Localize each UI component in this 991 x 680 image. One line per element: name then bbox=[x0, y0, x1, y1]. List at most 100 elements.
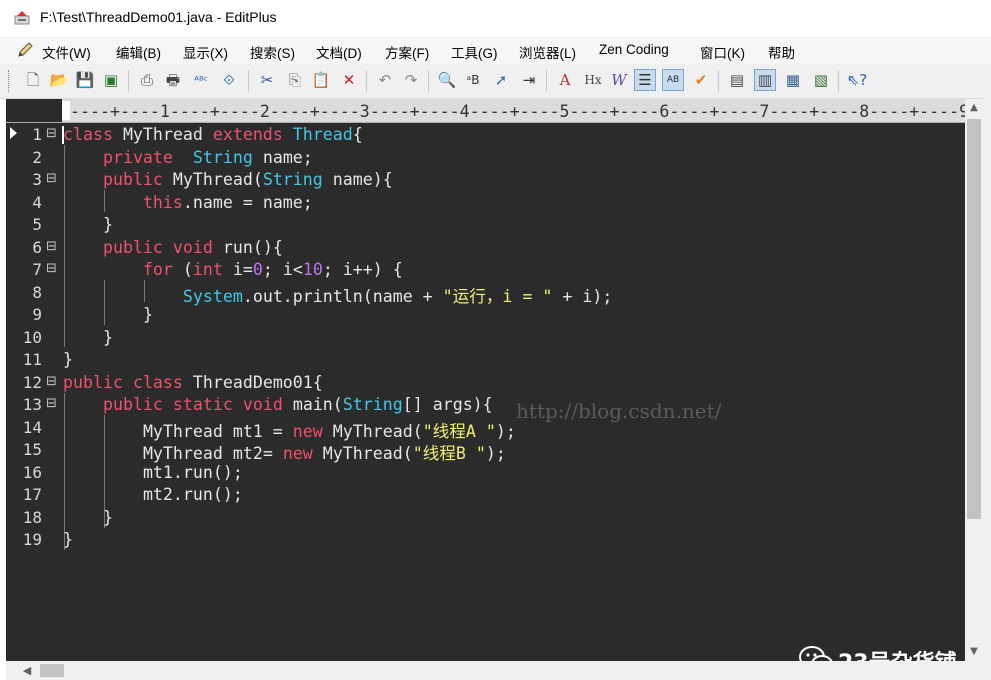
fold-collapse-icon[interactable]: ⊟ bbox=[46, 239, 57, 254]
watermark-url: http://blog.csdn.net/ bbox=[516, 399, 722, 423]
code-text: public MyThread(String name){ bbox=[102, 170, 393, 189]
window-frame bbox=[983, 64, 991, 680]
column-select-icon[interactable]: AB bbox=[662, 69, 684, 91]
code-text: } bbox=[102, 507, 113, 527]
menu-zen-coding[interactable]: Zen Coding bbox=[599, 42, 669, 57]
font-icon[interactable]: A bbox=[554, 69, 576, 91]
title-bar: F:\Test\ThreadDemo01.java - EditPlus bbox=[0, 0, 991, 36]
code-line[interactable]: 7 ⊟ for (int i=0; i<10; i++) { bbox=[6, 258, 965, 280]
toolbar-grip[interactable] bbox=[8, 70, 12, 92]
vertical-scroll-thumb[interactable] bbox=[967, 119, 981, 519]
scroll-down-icon[interactable]: ▼ bbox=[965, 643, 983, 661]
menu-search[interactable]: 搜索(S) bbox=[250, 42, 295, 62]
code-line[interactable]: 2 private String name; bbox=[6, 146, 965, 168]
goto-icon[interactable]: ➚ bbox=[490, 69, 512, 91]
delete-icon[interactable]: ✕ bbox=[338, 69, 360, 91]
code-text: public void run(){ bbox=[102, 237, 283, 257]
code-line[interactable]: 17 mt2.run(); bbox=[6, 483, 965, 505]
toolbar-separator bbox=[718, 70, 719, 92]
open-folder-icon[interactable]: 📂 bbox=[48, 69, 70, 91]
word-wrap-icon[interactable]: W bbox=[608, 69, 630, 91]
replace-icon[interactable]: ᵃB bbox=[462, 69, 484, 91]
menu-document[interactable]: 文档(D) bbox=[316, 42, 362, 62]
code-line[interactable]: 14 MyThread mt1 = new MyThread("线程A "); bbox=[6, 416, 965, 441]
print-icon[interactable]: 🖶 bbox=[162, 69, 184, 91]
code-editor[interactable]: ----+----1----+----2----+----3----+----4… bbox=[6, 99, 969, 676]
cut-icon[interactable]: ✂ bbox=[256, 69, 278, 91]
menu-browser[interactable]: 浏览器(L) bbox=[519, 42, 576, 62]
code-text: public static void main(String[] args){ bbox=[102, 395, 493, 414]
copy-icon[interactable]: ⎘ bbox=[284, 69, 306, 91]
fold-collapse-icon[interactable]: ⊟ bbox=[46, 171, 57, 186]
fold-collapse-icon[interactable]: ⊟ bbox=[46, 261, 57, 276]
print-preview-icon[interactable]: ⎙ bbox=[136, 69, 158, 91]
code-line[interactable]: 10 } bbox=[6, 326, 965, 348]
code-text: } bbox=[102, 327, 113, 347]
code-area[interactable]: 1 ⊟ class MyThread extends Thread{ 2 pri… bbox=[6, 123, 965, 676]
output-icon[interactable]: ▥ bbox=[754, 69, 776, 91]
horizontal-scrollbar[interactable]: ◀ bbox=[6, 661, 983, 680]
line-numbers-icon[interactable]: ☰ bbox=[634, 69, 656, 91]
scroll-left-icon[interactable]: ◀ bbox=[18, 661, 36, 680]
code-line[interactable]: 11 } bbox=[6, 348, 965, 370]
menu-edit[interactable]: 编辑(B) bbox=[116, 42, 161, 62]
cliptext-icon[interactable]: ▦ bbox=[782, 69, 804, 91]
code-line[interactable]: 8 System.out.println(name + "运行，i = " + … bbox=[6, 281, 965, 306]
code-line[interactable]: 9 } bbox=[6, 303, 965, 325]
ruler-cursor-marker bbox=[62, 101, 70, 120]
menu-view[interactable]: 显示(X) bbox=[183, 42, 228, 62]
menu-project[interactable]: 方案(F) bbox=[385, 42, 429, 62]
indent-icon[interactable]: ⇥ bbox=[518, 69, 540, 91]
scroll-up-icon[interactable]: ▲ bbox=[965, 99, 983, 117]
ruler-scale: ----+----1----+----2----+----3----+----4… bbox=[70, 102, 970, 121]
directory-icon[interactable]: ▧ bbox=[810, 69, 832, 91]
find-icon[interactable]: 🔍 bbox=[436, 69, 458, 91]
code-line[interactable]: 19 } bbox=[6, 528, 965, 550]
code-line[interactable]: 6 ⊟ public void run(){ bbox=[6, 236, 965, 258]
menu-tools[interactable]: 工具(G) bbox=[451, 42, 498, 62]
toolbar-separator bbox=[838, 70, 839, 92]
code-line[interactable]: 1 ⊟ class MyThread extends Thread{ bbox=[6, 123, 965, 145]
fold-collapse-icon[interactable]: ⊟ bbox=[46, 374, 57, 389]
vertical-scrollbar[interactable]: ▲ ▼ bbox=[965, 99, 983, 661]
redo-icon[interactable]: ↷ bbox=[400, 69, 422, 91]
toolbar: 🗋 📂 💾 ▣ ⎙ 🖶 ᴬᴮᶜ ⟐ ✂ ⎘ 📋 ✕ ↶ ↷ 🔍 ᵃB ➚ ⇥ A… bbox=[0, 64, 991, 99]
menu-file[interactable]: 文件(W) bbox=[42, 42, 91, 62]
code-line[interactable]: 18 } bbox=[6, 506, 965, 528]
code-text: } bbox=[63, 350, 73, 369]
line-number: 19 bbox=[22, 530, 42, 549]
toolbar-separator bbox=[248, 70, 249, 92]
code-line[interactable]: 12 ⊟ public class ThreadDemo01{ bbox=[6, 371, 965, 393]
checkmark-icon[interactable]: ✔ bbox=[690, 69, 712, 91]
undo-icon[interactable]: ↶ bbox=[374, 69, 396, 91]
menu-help[interactable]: 帮助 bbox=[768, 42, 795, 62]
line-number: 2 bbox=[32, 147, 42, 167]
new-file-icon[interactable]: 🗋 bbox=[22, 69, 44, 91]
window-title: F:\Test\ThreadDemo01.java - EditPlus bbox=[40, 9, 277, 25]
code-line[interactable]: 15 MyThread mt2= new MyThread("线程B "); bbox=[6, 438, 965, 463]
hex-icon[interactable]: Hx bbox=[582, 69, 604, 91]
save-all-icon[interactable]: ▣ bbox=[100, 69, 122, 91]
code-line[interactable]: 5 } bbox=[6, 213, 965, 235]
help-pointer-icon[interactable]: ⇖? bbox=[846, 69, 868, 91]
code-text: for (int i=0; i<10; i++) { bbox=[142, 260, 403, 279]
fold-collapse-icon[interactable]: ⊟ bbox=[46, 396, 57, 411]
browser-icon[interactable]: ⟐ bbox=[218, 69, 240, 91]
code-line[interactable]: 13 ⊟ public static void main(String[] ar… bbox=[6, 393, 965, 415]
menu-window[interactable]: 窗口(K) bbox=[700, 42, 745, 62]
code-line[interactable]: 16 mt1.run(); bbox=[6, 461, 965, 483]
code-text: } bbox=[102, 215, 113, 234]
paste-icon[interactable]: 📋 bbox=[310, 69, 332, 91]
save-icon[interactable]: 💾 bbox=[74, 69, 96, 91]
line-number: 1 bbox=[32, 125, 42, 144]
line-number: 10 bbox=[22, 327, 42, 347]
horizontal-scroll-thumb[interactable] bbox=[40, 664, 64, 677]
fold-collapse-icon[interactable]: ⊟ bbox=[46, 126, 57, 141]
spellcheck-icon[interactable]: ᴬᴮᶜ bbox=[190, 69, 212, 91]
code-text: public class ThreadDemo01{ bbox=[63, 372, 323, 392]
line-number: 6 bbox=[32, 237, 42, 257]
code-line[interactable]: 4 this.name = name; bbox=[6, 191, 965, 213]
line-number: 11 bbox=[22, 350, 42, 369]
panel-icon[interactable]: ▤ bbox=[726, 69, 748, 91]
code-line[interactable]: 3 ⊟ public MyThread(String name){ bbox=[6, 168, 965, 190]
